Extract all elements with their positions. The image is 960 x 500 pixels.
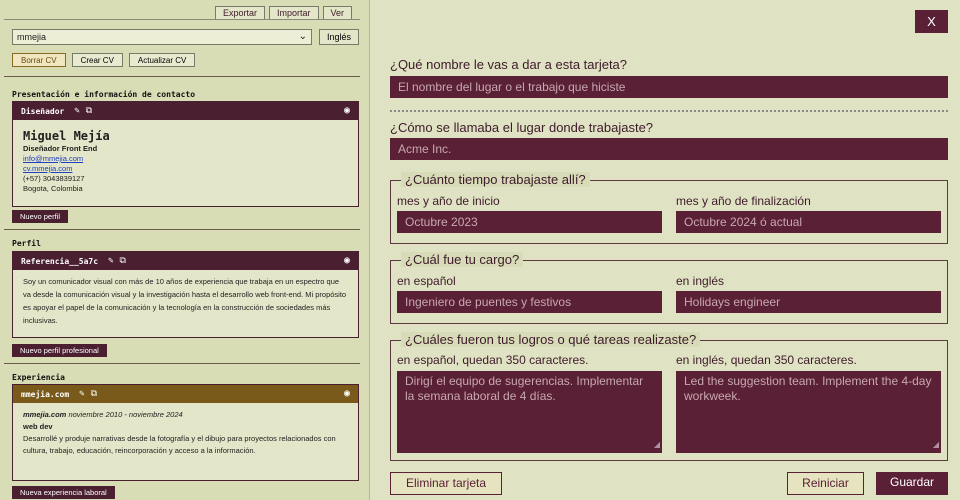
- import-button[interactable]: Importar: [269, 6, 319, 20]
- position-question: ¿Cuál fue tu cargo?: [401, 252, 524, 267]
- view-button[interactable]: Ver: [322, 6, 353, 20]
- cv-select-value: mmejia: [17, 32, 47, 42]
- achievements-es-textarea[interactable]: Dirigí el equipo de sugerencias. Impleme…: [397, 371, 662, 453]
- divider: [4, 229, 360, 230]
- achievements-en-placeholder: Led the suggestion team. Implement the 4…: [684, 374, 932, 403]
- experience-form: X ¿Qué nombre le vas a dar a esta tarjet…: [378, 0, 960, 500]
- language-button[interactable]: Inglés: [319, 29, 359, 45]
- reference-text: Soy un comunicador visual con más de 10 …: [23, 277, 347, 325]
- experience-company: mmejia.com: [23, 410, 67, 419]
- company-input[interactable]: Acme Inc.: [390, 138, 948, 160]
- profile-card: Diseñador ✎ ⧉ ◉ Miguel Mejía Diseñador Fron…: [12, 101, 359, 207]
- update-cv-button[interactable]: Actualizar CV: [128, 53, 196, 67]
- profile-phone: (+57) 3043839127: [23, 174, 85, 183]
- start-date-input[interactable]: Octubre 2023: [397, 211, 662, 233]
- experience-card: mmejia.com ✎ ⧉ ◉ mmejia.com noviembre 2010 …: [12, 384, 359, 481]
- resize-grip-icon[interactable]: ◢: [654, 437, 660, 452]
- export-button[interactable]: Exportar: [215, 6, 266, 20]
- close-button[interactable]: X: [915, 10, 948, 33]
- delete-cv-button[interactable]: Borrar CV: [12, 53, 66, 67]
- resize-grip-icon[interactable]: ◢: [933, 437, 939, 452]
- new-profile-button[interactable]: Nuevo perfil: [12, 210, 69, 223]
- duration-fieldset: ¿Cuánto tiempo trabajaste allí? mes y añ…: [390, 172, 948, 244]
- profile-card-body: Miguel Mejía Diseñador Front End info@mm…: [13, 120, 358, 200]
- create-cv-button[interactable]: Crear CV: [71, 53, 123, 67]
- divider: [4, 76, 360, 77]
- eye-icon[interactable]: ◉: [344, 255, 350, 266]
- section-title-contact: Presentación e información de contacto: [12, 90, 196, 99]
- profile-card-header: Diseñador ✎ ⧉ ◉: [13, 102, 358, 120]
- experience-card-header: mmejia.com ✎ ⧉ ◉: [13, 385, 358, 403]
- profile-name: Miguel Mejía: [23, 129, 110, 143]
- profile-city: Bogota, Colombia: [23, 184, 83, 193]
- edit-icon[interactable]: ✎: [79, 389, 84, 399]
- save-button[interactable]: Guardar: [876, 472, 948, 495]
- delete-card-button[interactable]: Eliminar tarjeta: [390, 472, 502, 495]
- section-title-experience: Experiencia: [12, 373, 65, 382]
- divider: [4, 363, 360, 364]
- duration-question: ¿Cuánto tiempo trabajaste allí?: [401, 172, 590, 187]
- new-experience-button[interactable]: Nueva experiencia laboral: [12, 486, 115, 499]
- spanish-label: en español: [397, 274, 456, 288]
- reference-card-header: Referencia__5a7c ✎ ⧉ ◉: [13, 252, 358, 270]
- profile-card-title: Diseñador: [21, 106, 65, 116]
- section-title-profile: Perfil: [12, 239, 41, 248]
- edit-icon[interactable]: ✎: [108, 256, 113, 266]
- achievements-en-label: en inglés, quedan 350 caracteres.: [676, 353, 857, 367]
- copy-icon[interactable]: ⧉: [86, 106, 92, 116]
- card-name-question: ¿Qué nombre le vas a dar a esta tarjeta?: [390, 57, 628, 72]
- cv-editor-panel: Exportar Importar Ver mmejia ⌄ Inglés Bor…: [0, 0, 370, 500]
- eye-icon[interactable]: ◉: [344, 105, 350, 116]
- english-label: en inglés: [676, 274, 725, 288]
- profile-site-link[interactable]: cv.mmejia.com: [23, 164, 348, 174]
- end-label: mes y año de finalización: [676, 194, 811, 208]
- position-fieldset: ¿Cuál fue tu cargo? en español Ingeniero…: [390, 252, 948, 324]
- chevron-down-icon: ⌄: [298, 31, 307, 42]
- experience-card-title: mmejia.com: [21, 389, 70, 399]
- card-name-input[interactable]: El nombre del lugar o el trabajo que hic…: [390, 76, 948, 98]
- divider: [390, 110, 948, 112]
- profile-email-link[interactable]: info@mmejia.com: [23, 154, 348, 164]
- company-question: ¿Cómo se llamaba el lugar donde trabajas…: [390, 120, 654, 135]
- copy-icon[interactable]: ⧉: [91, 389, 97, 399]
- position-en-input[interactable]: Holidays engineer: [676, 291, 941, 313]
- achievements-fieldset: ¿Cuáles fueron tus logros o qué tareas r…: [390, 332, 948, 461]
- achievements-en-textarea[interactable]: Led the suggestion team. Implement the 4…: [676, 371, 941, 453]
- experience-text: Desarrollé y produje narrativas desde la…: [23, 434, 336, 455]
- achievements-es-placeholder: Dirigí el equipo de sugerencias. Impleme…: [405, 374, 644, 403]
- reference-card: Referencia__5a7c ✎ ⧉ ◉ Soy un comunicador v…: [12, 251, 359, 338]
- achievements-es-label: en español, quedan 350 caracteres.: [397, 353, 589, 367]
- experience-card-body: mmejia.com noviembre 2010 - noviembre 20…: [13, 403, 358, 463]
- cv-actions: Borrar CV Crear CV Actualizar CV: [12, 53, 196, 67]
- divider: [4, 19, 360, 20]
- reset-button[interactable]: Reiniciar: [787, 472, 864, 495]
- edit-icon[interactable]: ✎: [74, 106, 79, 116]
- start-label: mes y año de inicio: [397, 194, 500, 208]
- profile-role: Diseñador Front End: [23, 144, 98, 153]
- experience-role: web dev: [23, 422, 53, 431]
- cv-select[interactable]: mmejia ⌄: [12, 29, 312, 45]
- copy-icon[interactable]: ⧉: [119, 256, 125, 266]
- new-professional-profile-button[interactable]: Nuevo perfil profesional: [12, 344, 107, 357]
- achievements-question: ¿Cuáles fueron tus logros o qué tareas r…: [401, 332, 701, 347]
- end-date-input[interactable]: Octubre 2024 ó actual: [676, 211, 941, 233]
- reference-card-title: Referencia__5a7c: [21, 256, 99, 266]
- eye-icon[interactable]: ◉: [344, 388, 350, 399]
- top-menu: Exportar Importar Ver: [215, 6, 353, 20]
- experience-dates: noviembre 2010 - noviembre 2024: [68, 410, 183, 419]
- position-es-input[interactable]: Ingeniero de puentes y festivos: [397, 291, 662, 313]
